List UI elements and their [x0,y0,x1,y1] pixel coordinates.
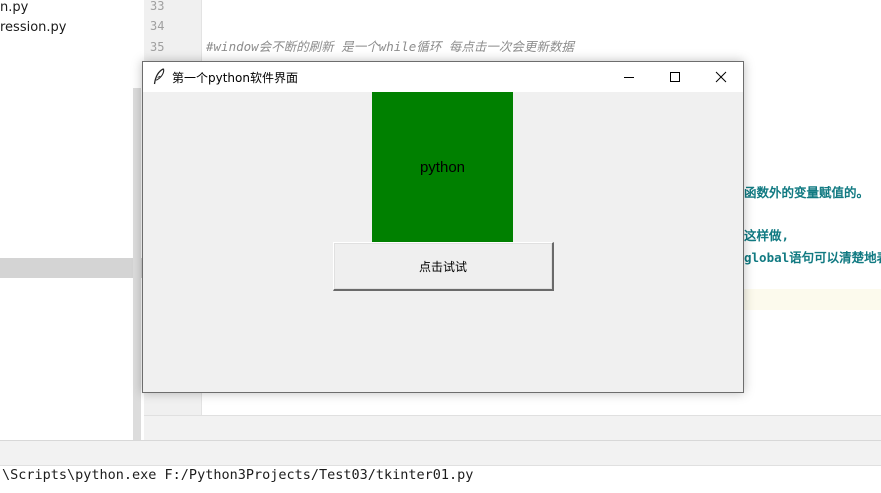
close-button[interactable] [698,62,744,92]
python-label: python [372,92,513,242]
console-command-line: \Scripts\python.exe F:/Python3Projects/T… [2,467,474,483]
code-comment-line[interactable]: #window会不断的刷新 是一个while循环 每点击一次会更新数据 [206,37,574,57]
try-click-button[interactable]: 点击试试 [333,242,554,291]
tk-feather-icon [153,68,165,85]
project-pane [0,0,145,440]
project-file-item[interactable]: ression.py [0,18,67,38]
window-titlebar[interactable]: 第一个python软件界面 [143,62,743,92]
code-fragment[interactable]: 函数外的变量赋值的。 [744,183,869,203]
line-number: 35 [150,40,165,54]
console-toolbar [0,441,881,466]
code-fragment[interactable]: global语句可以清楚地表 [744,248,881,268]
project-file-item[interactable]: n.py [0,0,28,18]
window-title: 第一个python软件界面 [172,71,298,85]
minimize-icon [624,77,634,78]
editor-horizontal-scrollbar[interactable] [144,415,881,441]
code-fragment[interactable]: 这样做, [744,226,789,246]
try-click-button-label: 点击试试 [418,259,467,274]
python-label-text: python [419,158,466,176]
maximize-icon [670,72,680,82]
current-line-highlight [744,289,881,310]
maximize-button[interactable] [652,62,698,92]
line-number: 33 [150,0,165,13]
project-selected-row[interactable] [0,258,144,278]
project-scrollbar[interactable] [133,88,141,440]
close-icon [715,71,727,83]
tkinter-window: 第一个python软件界面 python 点击试试 [142,61,744,393]
minimize-button[interactable] [606,62,652,92]
line-number: 34 [150,19,165,33]
